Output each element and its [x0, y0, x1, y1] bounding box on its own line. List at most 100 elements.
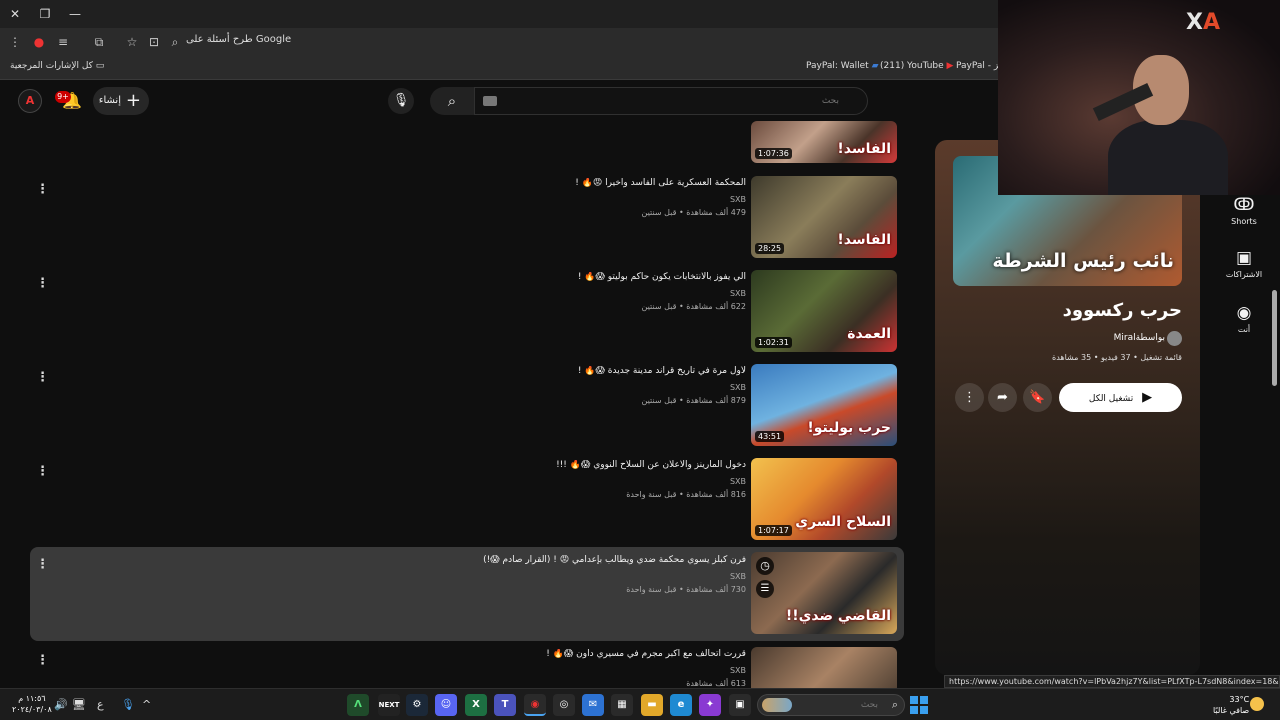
video-thumbnail[interactable]: السلاح السري 1:07:17 — [751, 458, 897, 540]
more-actions-icon[interactable]: ⋮ — [36, 370, 49, 386]
keyboard-icon[interactable] — [483, 96, 497, 106]
video-row[interactable]: ⋮ قررت اتحالف مع أكبر مجرم في مسيري داون… — [30, 647, 904, 688]
video-row[interactable]: الفاسد! 1:07:36 — [30, 121, 904, 165]
account-avatar[interactable]: A — [18, 89, 42, 113]
chrome-icon[interactable]: ◉ — [524, 694, 546, 716]
video-thumbnail[interactable]: الفاسد! 28:25 — [751, 176, 897, 258]
more-actions-icon[interactable]: ⋮ — [36, 557, 49, 573]
show-hidden-icons-chevron-icon[interactable]: ^ — [142, 698, 151, 711]
thumbnail-text: الفاسد! — [837, 232, 891, 248]
video-thumbnail[interactable]: العمدة 1:02:31 — [751, 270, 897, 352]
video-thumbnail[interactable]: حرب بوليتو! 43:51 — [751, 364, 897, 446]
task-view-icon[interactable]: ▣ — [729, 694, 751, 716]
subscriptions-icon: ▣ — [1235, 248, 1253, 268]
app-icon[interactable]: Λ — [347, 694, 369, 716]
channel-name[interactable]: SXB — [730, 477, 746, 486]
channel-name[interactable]: SXB — [730, 666, 746, 675]
windows-start-icon[interactable] — [910, 696, 928, 714]
extensions-icon[interactable]: ⧉ — [90, 33, 108, 51]
create-button[interactable]: إنشاء + — [93, 87, 149, 115]
store-icon[interactable]: ▦ — [611, 694, 633, 716]
video-title[interactable]: الي يفوز بالانتخابات يكون حاكم بوليتو 😱🔥… — [106, 272, 746, 282]
taskbar-search[interactable]: ⌕ — [757, 694, 905, 716]
video-row[interactable]: ⋮ الفاسد! 28:25 المحكمة العسكرية على الف… — [30, 176, 904, 270]
watch-later-clock-icon[interactable]: ◷ — [756, 557, 774, 575]
video-thumbnail[interactable]: القاضي ضدي!! ◷ ☰ — [751, 552, 897, 634]
more-actions-icon[interactable]: ⋮ — [36, 653, 49, 669]
play-all-button[interactable]: ▶ تشغيل الكل — [1059, 383, 1182, 412]
video-row-hovered[interactable]: ⋮ القاضي ضدي!! ◷ ☰ فرن كبلز يسوي محكمة ض… — [30, 547, 904, 641]
voice-search-mic-icon[interactable]: 🎙 — [388, 88, 414, 114]
file-explorer-icon[interactable]: ▬ — [641, 694, 663, 716]
webcam-person-body — [1108, 120, 1228, 195]
video-row[interactable]: ⋮ السلاح السري 1:07:17 دخول المارينز وال… — [30, 458, 904, 552]
video-row[interactable]: ⋮ العمدة 1:02:31 الي يفوز بالانتخابات يك… — [30, 270, 904, 364]
excel-icon[interactable]: X — [465, 694, 487, 716]
screenshot-icon[interactable]: ⊡ — [145, 33, 163, 51]
mic-tray-icon[interactable]: 🎙 — [121, 698, 135, 711]
taskbar-search-input[interactable] — [794, 698, 878, 712]
bookmark-youtube[interactable]: (211) YouTube ▶ — [880, 61, 953, 71]
video-title[interactable]: قررت اتحالف مع أكبر مجرم في مسيري داون 😱… — [106, 649, 746, 659]
next-app-icon[interactable]: NEXT — [378, 694, 400, 716]
weather-widget[interactable]: 33°C صافي غالبًا — [1213, 694, 1249, 716]
bookmark-star-icon[interactable]: ☆ — [123, 33, 141, 51]
owner-avatar[interactable] — [1167, 331, 1182, 346]
discord-icon[interactable]: ☺ — [435, 694, 457, 716]
copilot-icon[interactable]: ✦ — [699, 694, 721, 716]
address-bar[interactable]: طرح أسئلة على Google — [186, 34, 291, 50]
video-duration: 28:25 — [755, 243, 785, 254]
more-actions-icon[interactable]: ⋮ — [36, 276, 49, 292]
channel-name[interactable]: SXB — [730, 289, 746, 298]
tab-search-icon[interactable]: ≡ — [54, 33, 72, 51]
more-actions-icon[interactable]: ⋮ — [955, 383, 984, 412]
video-title[interactable]: المحكمة العسكرية على الفاسد وأخيرا 😡🔥 ! — [106, 178, 746, 188]
language-indicator[interactable]: ع — [97, 698, 104, 711]
menu-dots-icon[interactable]: ⋮ — [6, 33, 24, 51]
video-title[interactable]: فرن كبلز يسوي محكمة ضدي ويطالب بإعدامي 😡… — [106, 555, 746, 565]
all-bookmarks-link[interactable]: كل الإشارات المرجعية ▭ — [10, 61, 104, 71]
video-thumbnail[interactable]: الفاسد! 1:07:36 — [751, 121, 897, 163]
search-input[interactable] — [499, 92, 839, 110]
webcam-overlay: XA — [998, 0, 1280, 195]
teams-icon[interactable]: T — [494, 694, 516, 716]
profile-icon[interactable]: ● — [30, 33, 48, 51]
thumbnail-text: الفاسد! — [837, 141, 891, 157]
guide-label: أنت — [1237, 325, 1251, 334]
channel-name[interactable]: SXB — [730, 572, 746, 581]
save-playlist-icon[interactable]: 🔖 — [1023, 383, 1052, 412]
video-row[interactable]: ⋮ حرب بوليتو! 43:51 لأول مرة في تاريخ قر… — [30, 364, 904, 458]
video-title[interactable]: دخول المارينز والاعلان عن السلاح النووي … — [106, 460, 746, 470]
network-icon[interactable]: 🖥 — [72, 698, 86, 711]
video-title[interactable]: لأول مرة في تاريخ قراند مدينة جديدة 😱🔥 ! — [106, 366, 746, 376]
more-actions-icon[interactable]: ⋮ — [36, 182, 49, 198]
maximize-icon[interactable]: ❐ — [34, 4, 56, 24]
guide-item-you[interactable]: ◉ أنت — [1218, 303, 1270, 334]
obs-icon[interactable]: ◎ — [553, 694, 575, 716]
mail-icon[interactable]: ✉ — [582, 694, 604, 716]
add-to-queue-icon[interactable]: ☰ — [756, 580, 774, 598]
volume-icon[interactable]: 🔊 — [54, 698, 68, 711]
guide-item-shorts[interactable]: ↂ Shorts — [1218, 195, 1270, 226]
system-clock[interactable]: ١١:٥٦ م ٢٠٢٤/٠٣/٠٨ — [12, 693, 52, 715]
playlist-owner[interactable]: بواسطةMiral — [1114, 333, 1165, 343]
bookmark-paypal-wallet[interactable]: PayPal: Wallet ▰ — [806, 61, 879, 71]
minimize-icon[interactable]: — — [64, 4, 86, 24]
video-meta: 479 ألف مشاهدة • قبل سنتين — [641, 208, 746, 217]
close-icon[interactable]: ✕ — [4, 4, 26, 24]
video-meta: 613 ألف مشاهدة — [686, 679, 746, 688]
bookmark-label: (211) YouTube — [880, 61, 944, 71]
search-button[interactable]: ⌕ — [430, 87, 474, 115]
edge-icon[interactable]: e — [670, 694, 692, 716]
video-thumbnail[interactable] — [751, 647, 897, 688]
search-highlight-image — [762, 698, 792, 712]
zoom-icon[interactable]: ⌕ — [166, 33, 184, 51]
more-actions-icon[interactable]: ⋮ — [36, 464, 49, 480]
channel-name[interactable]: SXB — [730, 195, 746, 204]
page-scrollbar[interactable] — [1272, 290, 1277, 386]
share-icon[interactable]: ➦ — [988, 383, 1017, 412]
steam-icon[interactable]: ⚙ — [406, 694, 428, 716]
guide-item-subscriptions[interactable]: ▣ الاشتراكات — [1218, 248, 1270, 279]
channel-name[interactable]: SXB — [730, 383, 746, 392]
streamer-logo: XA — [1186, 10, 1220, 35]
